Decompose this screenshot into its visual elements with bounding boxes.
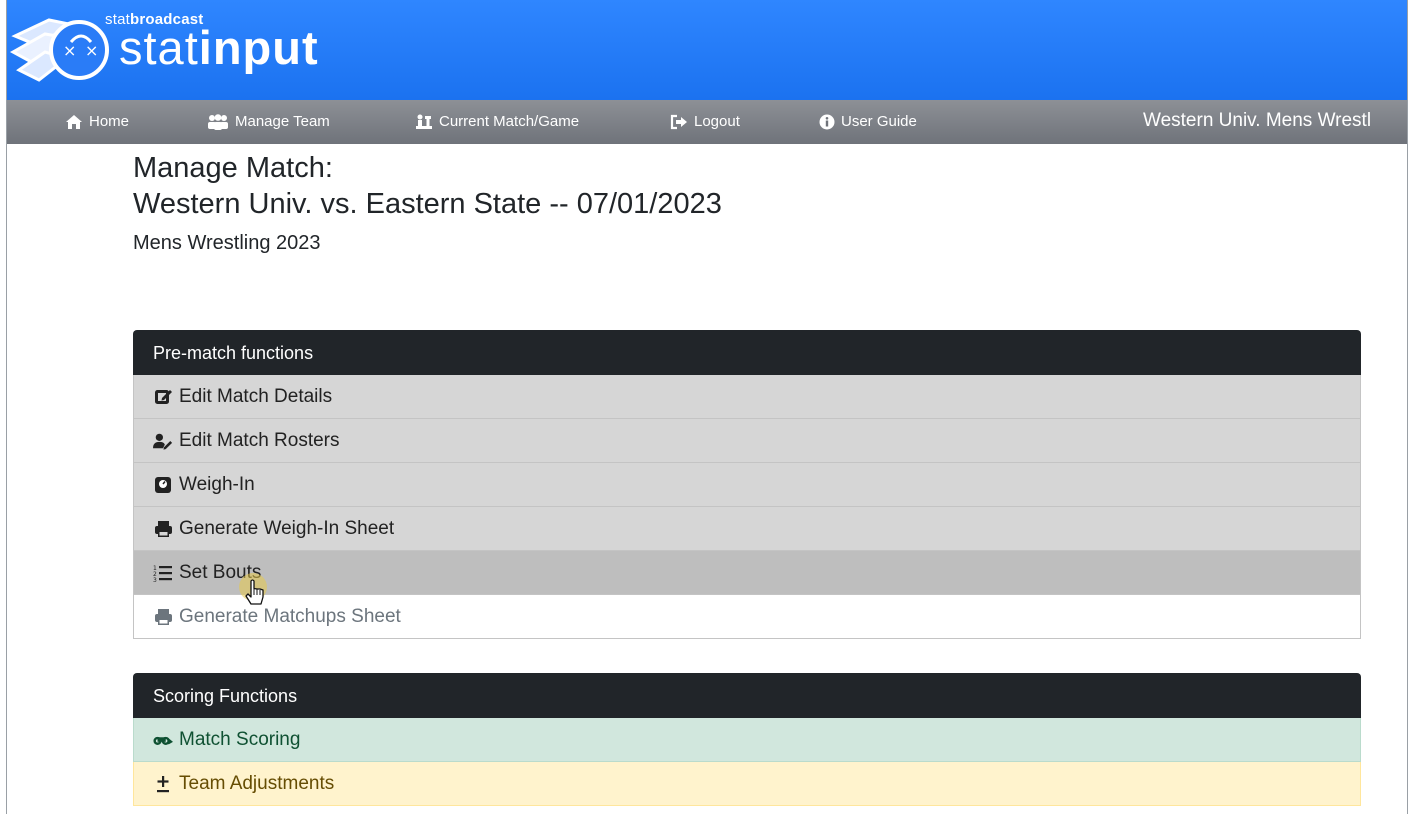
nav-home[interactable]: Home xyxy=(65,113,129,130)
nav-logout[interactable]: Logout xyxy=(670,113,740,130)
generate-matchups-sheet-item[interactable]: Generate Matchups Sheet xyxy=(133,595,1361,639)
edit-match-rosters-label: Edit Match Rosters xyxy=(179,429,340,451)
logout-icon xyxy=(670,114,687,129)
team-adjustments-label: Team Adjustments xyxy=(179,772,335,794)
binoculars-icon xyxy=(153,730,173,750)
nav-current-match[interactable]: Current Match/Game xyxy=(415,113,579,130)
match-title: Western Univ. vs. Eastern State -- 07/01… xyxy=(133,188,722,220)
home-icon xyxy=(66,114,82,129)
print-icon xyxy=(153,519,173,539)
svg-text:×: × xyxy=(63,41,76,60)
nav-current-match-label: Current Match/Game xyxy=(439,113,580,130)
scoring-panel-header: Scoring Functions xyxy=(133,673,1361,718)
info-icon xyxy=(819,114,835,129)
match-scoring-label: Match Scoring xyxy=(179,728,301,750)
edit-match-details-item[interactable]: Edit Match Details xyxy=(133,375,1361,419)
generate-weigh-in-sheet-item[interactable]: Generate Weigh-In Sheet xyxy=(133,507,1361,551)
edit-match-rosters-item[interactable]: Edit Match Rosters xyxy=(133,419,1361,463)
page-header: Manage Match: Western Univ. vs. Eastern … xyxy=(133,150,1361,255)
scale-icon xyxy=(153,475,173,495)
list-ordered-icon: 123 xyxy=(153,563,173,583)
scoring-panel: Scoring Functions Match Scoring Team Adj… xyxy=(133,673,1361,806)
set-bouts-item[interactable]: 123 Set Bouts xyxy=(133,551,1361,595)
page-title: Manage Match: xyxy=(133,152,333,184)
weigh-in-item[interactable]: Weigh-In xyxy=(133,463,1361,507)
nav-manage-team-label: Manage Team xyxy=(235,113,330,130)
team-adjustments-item[interactable]: Team Adjustments xyxy=(133,762,1361,806)
generate-matchups-sheet-label: Generate Matchups Sheet xyxy=(179,605,401,627)
season-subtitle: Mens Wrestling 2023 xyxy=(133,232,321,254)
brand-header: × × statbroadcast statinput xyxy=(7,0,1407,100)
match-scoring-item[interactable]: Match Scoring xyxy=(133,718,1361,762)
edit-match-details-label: Edit Match Details xyxy=(179,385,333,407)
statinput-wordmark[interactable]: statinput xyxy=(119,20,319,76)
user-edit-icon xyxy=(153,431,173,451)
svg-text:3: 3 xyxy=(153,577,157,582)
nav-home-label: Home xyxy=(89,113,130,130)
nav-manage-team[interactable]: Manage Team xyxy=(207,113,330,130)
statinput-logo-icon: × × xyxy=(9,8,119,88)
chess-icon xyxy=(416,114,432,129)
nav-logout-label: Logout xyxy=(694,113,740,130)
edit-icon xyxy=(153,387,173,407)
prematch-panel-header: Pre-match functions xyxy=(133,330,1361,375)
current-team-label[interactable]: Western Univ. Mens Wrestl xyxy=(1143,110,1371,132)
print-icon xyxy=(153,607,173,627)
app-frame: × × statbroadcast statinput Home Manage … xyxy=(6,0,1408,814)
users-icon xyxy=(208,113,228,130)
main-navbar: Home Manage Team Current Match/Game Logo… xyxy=(7,100,1407,144)
set-bouts-label: Set Bouts xyxy=(179,561,262,583)
nav-user-guide-label: User Guide xyxy=(841,113,917,130)
weigh-in-label: Weigh-In xyxy=(179,473,255,495)
svg-text:×: × xyxy=(85,41,98,60)
prematch-panel: Pre-match functions Edit Match Details E… xyxy=(133,330,1361,639)
nav-user-guide[interactable]: User Guide xyxy=(819,113,917,130)
plus-minus-icon xyxy=(153,774,173,794)
generate-weigh-in-sheet-label: Generate Weigh-In Sheet xyxy=(179,517,395,539)
